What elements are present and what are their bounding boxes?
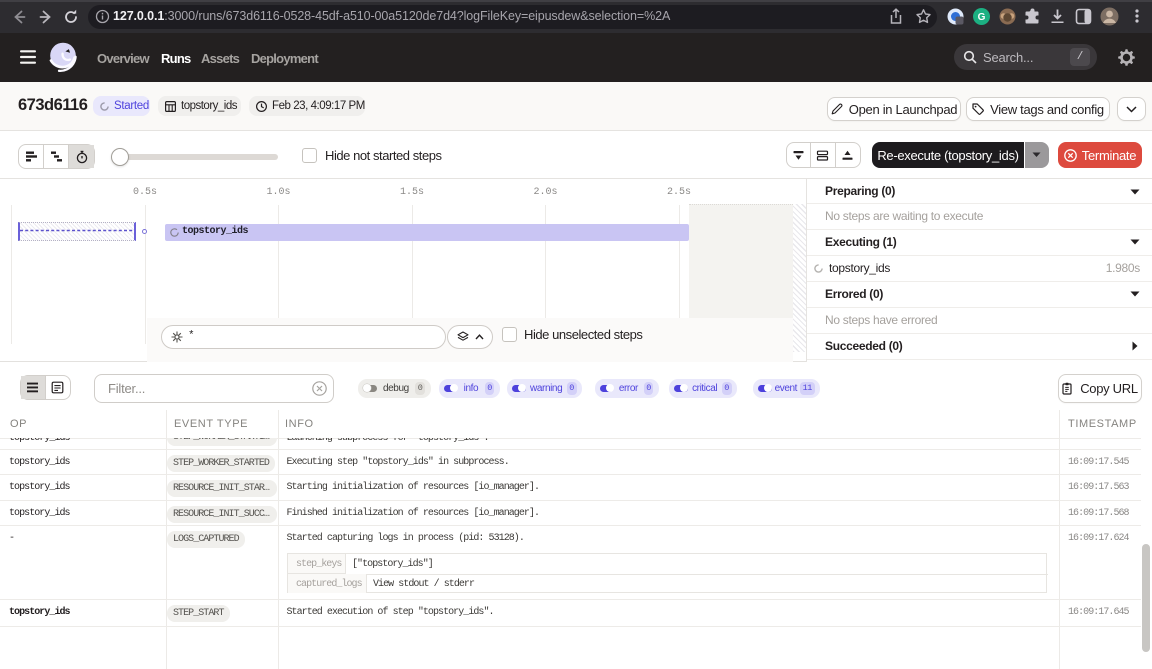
svg-text:G: G	[978, 12, 986, 23]
